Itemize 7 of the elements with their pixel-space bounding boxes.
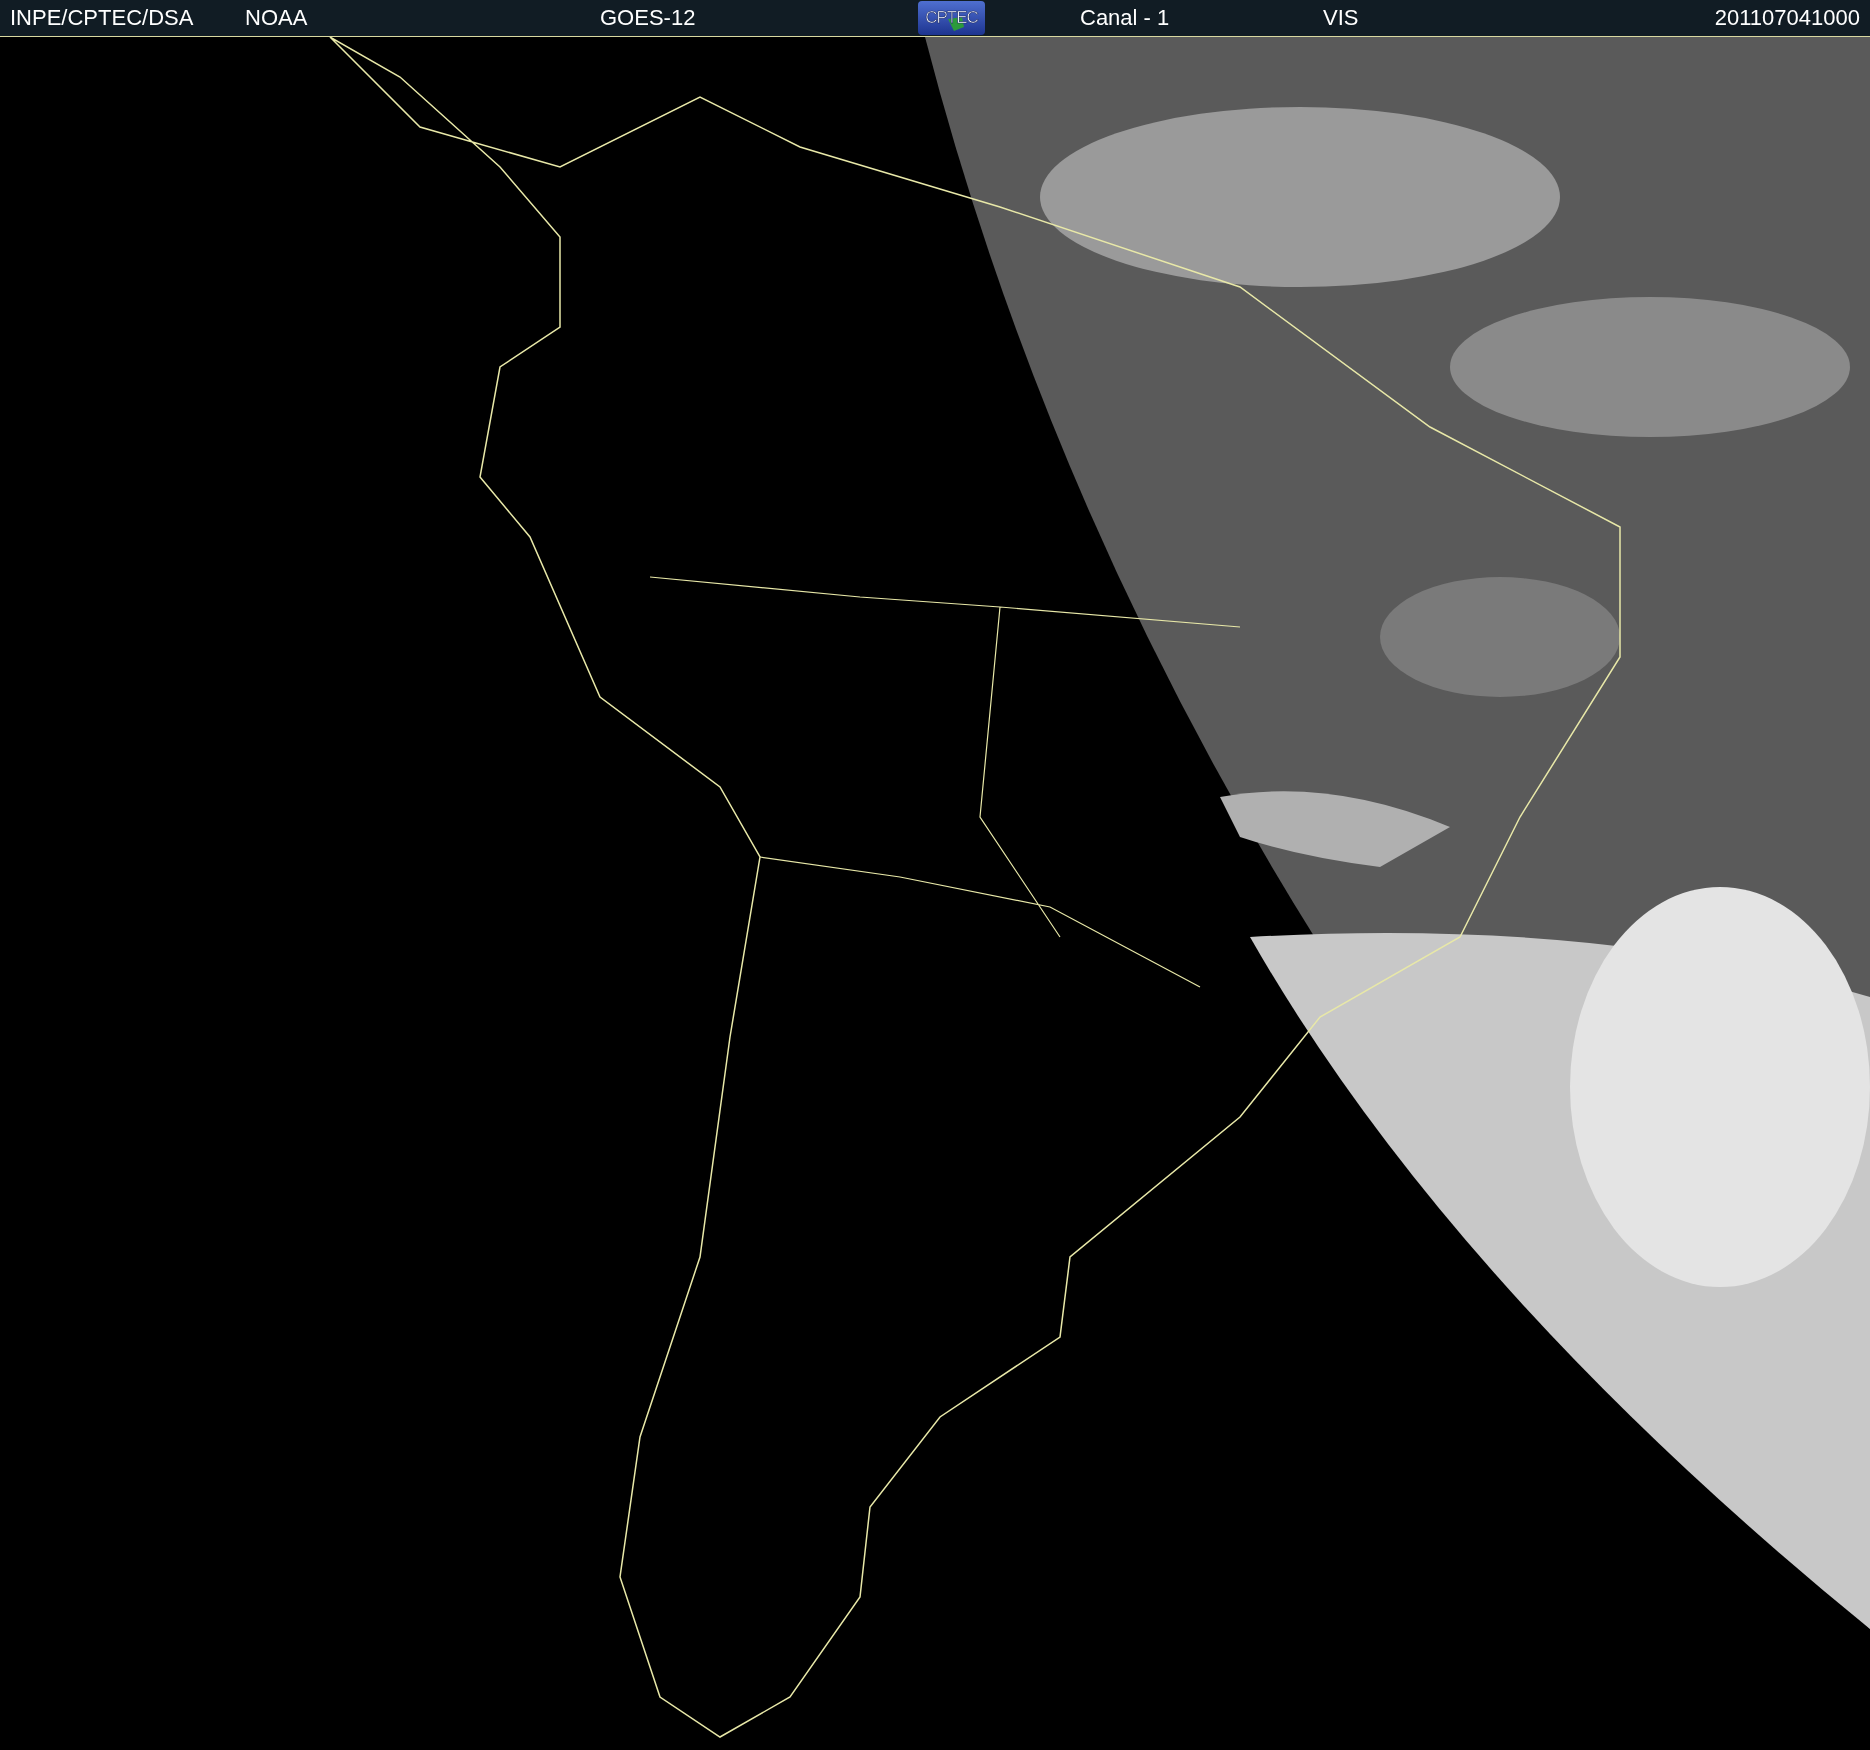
header-label: VIS [1323,5,1360,31]
header-label: INPE/CPTEC/DSA [10,5,195,31]
logo: CPTEC [918,1,985,35]
header-label: NOAA [245,5,309,31]
header-label: GOES-12 [600,5,697,31]
header-label: 201107041000 [1714,5,1860,31]
header-label: Canal - 1 [1080,5,1171,31]
